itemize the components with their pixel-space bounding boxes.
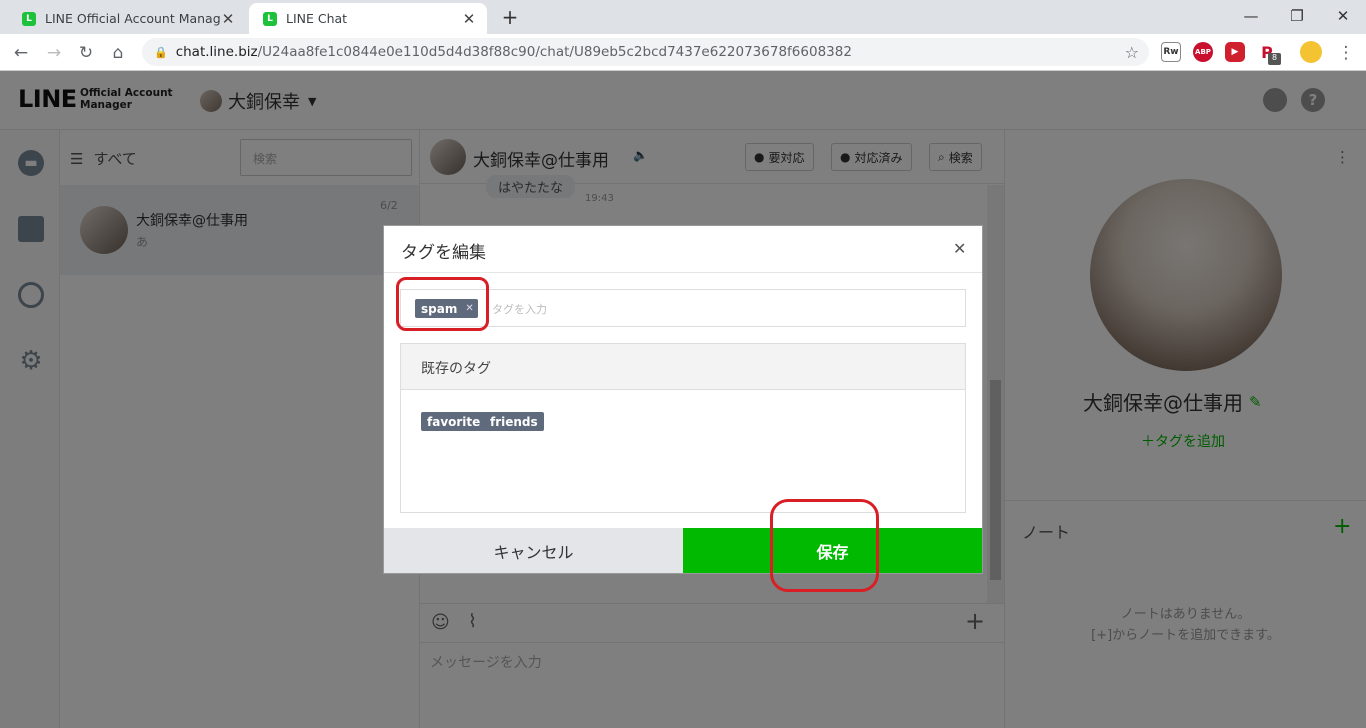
tab-close-icon[interactable]: ✕ (220, 10, 236, 28)
browser-tab[interactable]: L LINE Official Account Manager ✕ (8, 3, 246, 34)
bookmark-star-icon[interactable]: ☆ (1125, 43, 1139, 62)
tab-close-icon[interactable]: ✕ (461, 10, 477, 28)
home-icon[interactable]: ⌂ (105, 40, 131, 66)
existing-tag-friends[interactable]: friends (484, 412, 544, 431)
modal-title: タグを編集 (401, 243, 486, 263)
back-icon[interactable]: ← (8, 40, 34, 66)
adblock-extension-icon[interactable]: ABP (1193, 42, 1213, 62)
line-favicon-icon: L (22, 11, 36, 26)
url-host: chat.line.biz (175, 44, 258, 60)
tag-input[interactable]: タグを入力 (492, 301, 547, 317)
cancel-button[interactable]: キャンセル (384, 528, 683, 573)
existing-tags-title: 既存のタグ (421, 361, 491, 377)
minimize-icon[interactable]: — (1228, 0, 1274, 32)
rw-extension-icon[interactable]: Rw (1161, 42, 1181, 62)
tab-title: LINE Official Account Manager (45, 11, 220, 26)
browser-tab-bar: L LINE Official Account Manager ✕ L LINE… (0, 0, 1366, 34)
highlight-selected-tag (396, 277, 489, 331)
close-icon[interactable]: ✕ (953, 239, 966, 258)
lock-icon: 🔒 (154, 45, 168, 59)
existing-tags-header: 既存のタグ (401, 344, 965, 390)
edit-tags-modal: タグを編集 ✕ spam ✕ タグを入力 既存のタグ favorite frie… (383, 225, 983, 592)
tab-title: LINE Chat (286, 11, 348, 26)
url-bar[interactable]: 🔒 chat.line.biz/U24aa8fe1c0844e0e110d5d4… (142, 38, 1149, 66)
line-favicon-icon: L (263, 11, 277, 26)
existing-tags-panel: 既存のタグ favorite friends (400, 343, 966, 513)
address-toolbar: ← → ↻ ⌂ 🔒 chat.line.biz/U24aa8fe1c0844e0… (0, 34, 1366, 71)
video-extension-icon[interactable]: ▶ (1225, 42, 1245, 62)
chrome-menu-icon[interactable]: ⋮ (1333, 40, 1359, 66)
forward-icon[interactable]: → (41, 40, 67, 66)
browser-tab-active[interactable]: L LINE Chat ✕ (249, 3, 487, 34)
extension-badge: 8 (1268, 53, 1281, 65)
highlight-save-button (770, 499, 879, 592)
url-path: /U24aa8fe1c0844e0e110d5d4d38f88c90/chat/… (257, 44, 852, 60)
new-tab-button[interactable]: + (498, 4, 522, 30)
existing-tag-favorite[interactable]: favorite (421, 412, 487, 431)
restore-icon[interactable]: ❐ (1274, 0, 1320, 32)
window-close-icon[interactable]: ✕ (1320, 0, 1366, 32)
reload-icon[interactable]: ↻ (73, 40, 99, 66)
profile-avatar-icon[interactable] (1300, 41, 1322, 63)
modal-header: タグを編集 ✕ (384, 226, 982, 273)
